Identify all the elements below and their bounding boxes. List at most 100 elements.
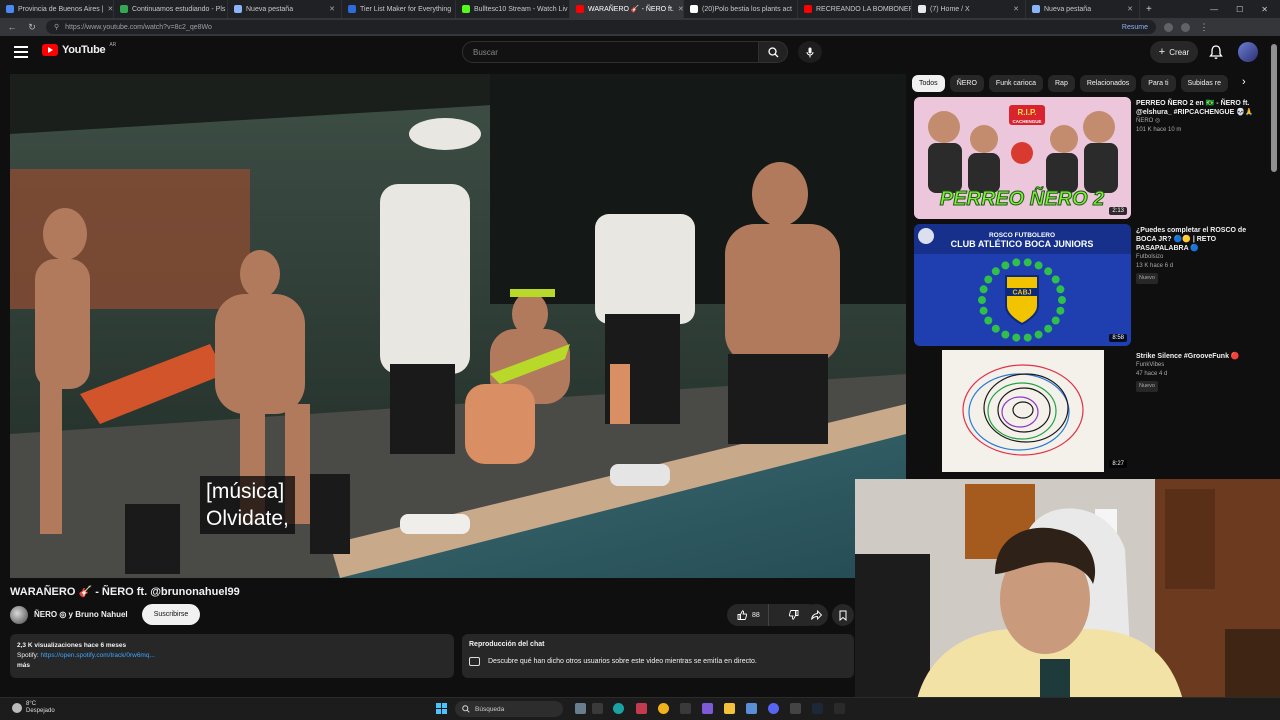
hamburger-menu-icon[interactable] — [14, 46, 28, 58]
rosco-dot — [1056, 285, 1065, 294]
recommendation-meta: ¿Puedes completar el ROSCO de BOCA JR? 🔵… — [1136, 226, 1264, 284]
channel-name[interactable]: ÑERO ◎ y Bruno Nahuel — [34, 610, 128, 619]
tab-close-icon[interactable]: ✕ — [1127, 5, 1133, 13]
youtube-logo[interactable]: YouTube AR — [42, 42, 116, 56]
share-button[interactable] — [804, 604, 828, 626]
app-icon[interactable] — [680, 703, 691, 714]
back-icon[interactable]: ← — [6, 22, 18, 32]
tab-close-icon[interactable]: ✕ — [1013, 5, 1019, 13]
edge-browser-icon[interactable] — [613, 703, 624, 714]
like-button[interactable]: 88 — [727, 604, 769, 626]
filter-chip[interactable]: Para ti — [1141, 74, 1176, 92]
scribble-thumbnail-art — [942, 350, 1104, 472]
recommendation-item[interactable]: 8:27 Strike Silence #GrooveFunk 🔴 FunkVi… — [914, 350, 1264, 472]
create-button[interactable]: + Crear — [1150, 41, 1198, 63]
recommendation-item[interactable]: R.I.P. CACHENGUE PERREO ÑERO 2 2:13 PERR… — [914, 97, 1264, 219]
browser-tab[interactable]: Continuamos estudiando - Pls✕ — [114, 0, 228, 18]
terminal-app-icon[interactable] — [592, 703, 603, 714]
browser-tab[interactable]: (7) Home / X ✕ — [912, 0, 1026, 18]
weather-widget[interactable]: 8°C Despejado — [12, 701, 55, 715]
taskbar-search[interactable]: Búsqueda — [455, 701, 563, 717]
url-field[interactable]: ⚲ https://www.youtube.com/watch?v=8c2_qe… — [46, 20, 1156, 34]
site-info-icon[interactable]: ⚲ — [54, 23, 59, 31]
video-thumbnail[interactable]: ROSCO FUTBOLERO CLUB ATLÉTICO BOCA JUNIO… — [914, 224, 1131, 346]
browser-tab[interactable]: WARAÑERO 🎸 - ÑERO ft. ✕ — [570, 0, 684, 18]
chevron-right-icon[interactable]: › — [1242, 76, 1246, 88]
rosco-dot — [984, 316, 993, 325]
browser-tab[interactable]: Bulltesc10 Stream - Watch Liv✕ — [456, 0, 570, 18]
video-captions: [música] Olvidate, — [200, 476, 295, 534]
recommendation-views: 101 K hace 10 m — [1136, 127, 1182, 133]
recommendation-channel[interactable]: FunkVibes — [1136, 361, 1264, 370]
chrome-browser-icon[interactable] — [658, 703, 669, 714]
profile-icon[interactable] — [1181, 22, 1190, 32]
recommendation-title[interactable]: ¿Puedes completar el ROSCO de BOCA JR? 🔵… — [1136, 226, 1264, 253]
windows-taskbar: 8°C Despejado Búsqueda — [0, 697, 1280, 720]
thumb-rosco-text: ROSCO FUTBOLERO — [989, 232, 1055, 239]
file-explorer-icon[interactable] — [724, 703, 735, 714]
red-app-icon[interactable] — [636, 703, 647, 714]
subscribe-button[interactable]: Suscribirse — [142, 604, 200, 625]
browser-tab[interactable]: Nueva pestaña ✕ — [228, 0, 342, 18]
rosco-dot — [979, 285, 988, 294]
store-app-icon[interactable] — [746, 703, 757, 714]
share-icon — [810, 610, 822, 620]
browser-menu-icon[interactable]: ⋮ — [1198, 22, 1210, 33]
search-button[interactable] — [758, 41, 788, 63]
account-avatar[interactable] — [1238, 42, 1258, 62]
purple-app-icon[interactable] — [702, 703, 713, 714]
minimize-icon[interactable]: — — [1210, 5, 1218, 14]
spotify-link[interactable]: https://open.spotify.com/track/0rw6mq... — [40, 652, 154, 659]
filter-chip[interactable]: Todos — [912, 74, 945, 92]
video-duration: 2:13 — [1109, 207, 1127, 215]
voice-search-button[interactable] — [798, 41, 822, 63]
windows-start-icon[interactable] — [436, 703, 447, 714]
recommendation-channel[interactable]: ÑERO ◎ — [1136, 117, 1264, 126]
task-view-icon[interactable] — [575, 703, 586, 714]
scrollbar-thumb[interactable] — [1271, 44, 1277, 172]
chat-replay-box[interactable]: Reproducción del chat Descubre qué han d… — [462, 634, 854, 678]
browser-tab[interactable]: Nueva pestaña ✕ — [1026, 0, 1140, 18]
tab-favicon-icon — [120, 5, 128, 13]
window-controls: — ☐ ✕ — [1210, 0, 1280, 18]
resume-button[interactable]: Resume — [1122, 24, 1148, 31]
close-window-icon[interactable]: ✕ — [1261, 5, 1268, 14]
filter-chip[interactable]: ÑERO — [949, 74, 984, 92]
obs-icon[interactable] — [790, 703, 801, 714]
thumb-cabj-text: CABJ — [1012, 290, 1031, 297]
new-tab-icon[interactable]: + — [1140, 4, 1158, 15]
description-box[interactable]: 2,3 K visualizaciones hace 6 meses Spoti… — [10, 634, 454, 678]
tab-close-icon[interactable]: ✕ — [329, 5, 335, 13]
filter-chip[interactable]: Relacionados — [1079, 74, 1137, 92]
tab-close-icon[interactable]: ✕ — [678, 5, 683, 13]
tab-close-icon[interactable]: ✕ — [107, 5, 113, 13]
app-icon[interactable] — [834, 703, 845, 714]
video-player[interactable] — [10, 74, 906, 578]
discord-icon[interactable] — [768, 703, 779, 714]
recommendation-item[interactable]: ROSCO FUTBOLERO CLUB ATLÉTICO BOCA JUNIO… — [914, 224, 1264, 346]
search-input[interactable]: Buscar — [462, 41, 758, 63]
reload-icon[interactable]: ↻ — [26, 22, 38, 33]
video-thumbnail[interactable]: 8:27 — [914, 350, 1131, 472]
rosco-dot — [1058, 296, 1066, 304]
video-thumbnail[interactable]: R.I.P. CACHENGUE PERREO ÑERO 2 2:13 — [914, 97, 1131, 219]
save-to-playlist-button[interactable] — [832, 604, 854, 626]
channel-avatar[interactable] — [10, 606, 28, 624]
browser-tab[interactable]: (20)Polo bestia los plants act✕ — [684, 0, 798, 18]
notifications-bell-icon[interactable] — [1208, 44, 1224, 60]
thumb-perreo-text: PERREO ÑERO 2 — [940, 187, 1104, 210]
browser-tab[interactable]: Tier List Maker for Everything✕ — [342, 0, 456, 18]
extension-icon[interactable] — [1164, 22, 1173, 32]
recommendation-title[interactable]: PERREO ÑERO 2 en 🇧🇷 - ÑERO ft. @elshura_… — [1136, 99, 1264, 117]
steam-icon[interactable] — [812, 703, 823, 714]
show-more-link[interactable]: más — [17, 661, 447, 671]
filter-chip[interactable]: Rap — [1048, 74, 1075, 92]
filter-chip[interactable]: Subidas re — [1180, 74, 1228, 92]
rosco-dot — [1051, 316, 1060, 325]
browser-tab[interactable]: Provincia de Buenos Aires | ✕ — [0, 0, 114, 18]
maximize-icon[interactable]: ☐ — [1236, 5, 1243, 14]
recommendation-title[interactable]: Strike Silence #GrooveFunk 🔴 — [1136, 352, 1264, 361]
filter-chip[interactable]: Funk carioca — [988, 74, 1043, 92]
recommendation-channel[interactable]: Futbolsizo — [1136, 253, 1264, 262]
browser-tab[interactable]: RECREANDO LA BOMBONERA✕ — [798, 0, 912, 18]
